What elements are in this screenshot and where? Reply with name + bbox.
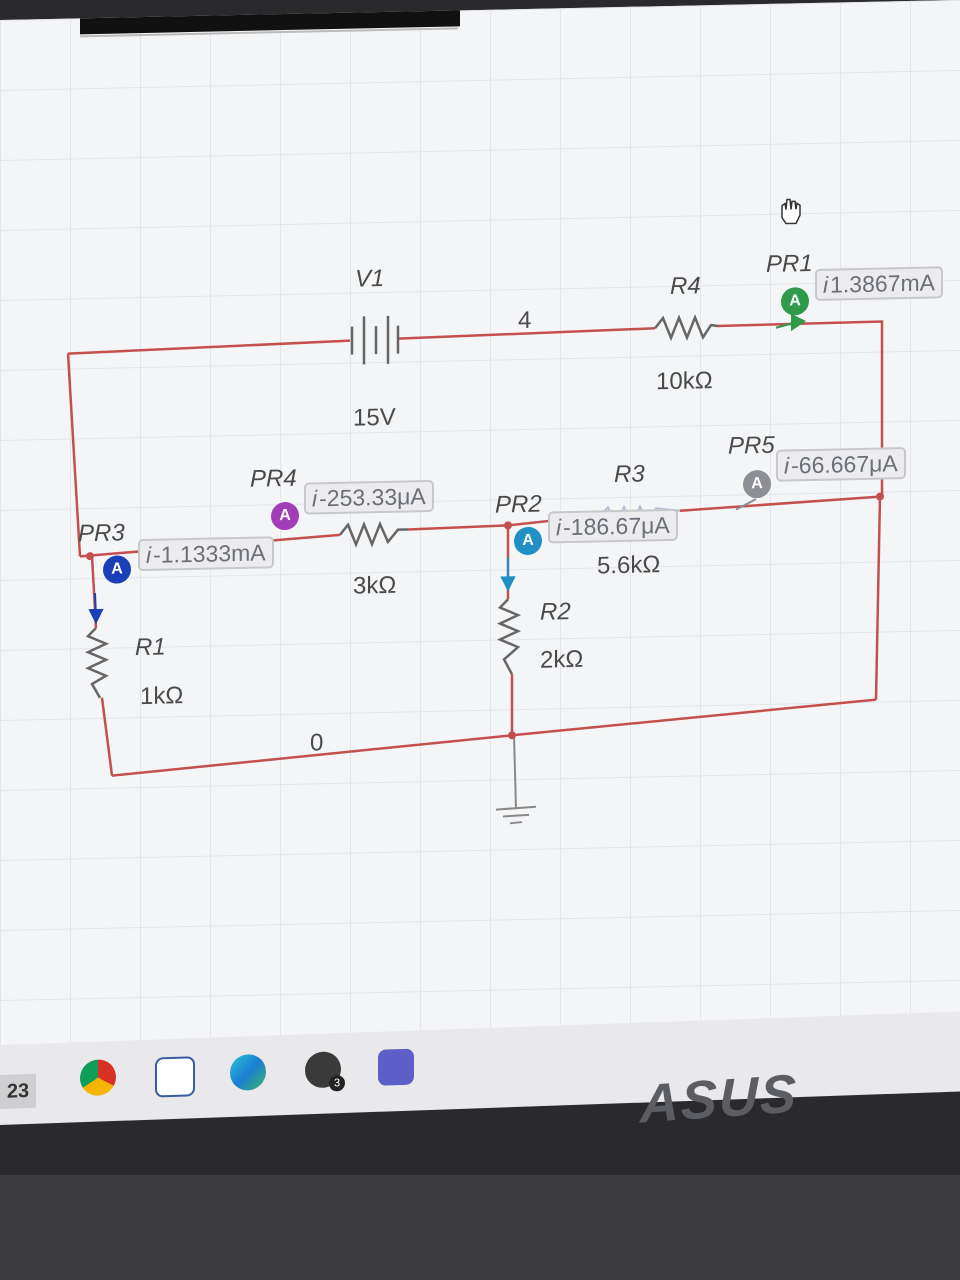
probe-pr4-prefix: i xyxy=(312,485,318,512)
junction-dot xyxy=(876,492,884,501)
resistor-r1-name: R1 xyxy=(135,633,166,662)
resistor-r4-value: 10kΩ xyxy=(656,367,713,396)
probe-pr5-prefix: i xyxy=(784,452,790,479)
resistor-r1-value: 1kΩ xyxy=(140,682,184,711)
polygon-app-icon[interactable] xyxy=(155,1056,195,1098)
probe-pr1-name: PR1 xyxy=(766,249,813,278)
probe-pr2-name: PR2 xyxy=(495,490,542,519)
probe-pr2-value: -186.67μA xyxy=(563,511,670,541)
probe-pr3-value: -1.1333mA xyxy=(153,539,266,568)
wire-top-left xyxy=(67,339,351,355)
junction-dot xyxy=(504,521,512,530)
teams-icon[interactable] xyxy=(378,1048,414,1086)
node-label-top: 4 xyxy=(518,306,532,335)
resistor-r1-icon xyxy=(84,627,110,699)
wire-r1-bottom xyxy=(100,697,114,776)
circuit-schematic xyxy=(66,198,884,825)
ground-wire xyxy=(513,735,517,810)
node-label-ground: 0 xyxy=(310,729,324,757)
resistor-r2-name: R2 xyxy=(540,598,571,626)
probe-pr4-reading[interactable]: i-253.33μA xyxy=(304,479,434,515)
resistor-3k-icon xyxy=(339,520,408,548)
battery-value: 15V xyxy=(353,403,396,432)
resistor-r2-icon xyxy=(496,598,522,675)
simulator-canvas[interactable]: 4 0 V1 15V R1 1kΩ R2 2kΩ R3 5.6kΩ R4 10k… xyxy=(0,0,960,1060)
resistor-r3-value: 5.6kΩ xyxy=(597,551,661,580)
probe-pr4-value: -253.33μA xyxy=(319,483,426,512)
probe-pr3-reading[interactable]: i-1.1333mA xyxy=(138,536,274,572)
chrome-icon[interactable] xyxy=(80,1058,116,1097)
probe-pr5-name: PR5 xyxy=(728,431,775,460)
battery-icon xyxy=(350,315,400,365)
asus-logo: ASUS xyxy=(640,1063,799,1135)
probe-pr1-prefix: i xyxy=(823,271,829,298)
hand-cursor-icon xyxy=(781,198,801,225)
wire-right xyxy=(874,496,882,700)
edge-icon[interactable] xyxy=(230,1053,266,1091)
probe-pr3-prefix: i xyxy=(146,541,152,568)
probe-pr2-reading[interactable]: i-186.67μA xyxy=(548,508,678,544)
probe-pr2-prefix: i xyxy=(556,514,562,541)
probe-pr1-value: 1.3867mA xyxy=(830,269,935,298)
probe-pr1-reading[interactable]: i1.3867mA xyxy=(815,266,943,301)
resistor-r3-name: R3 xyxy=(614,460,645,489)
probe-pr3-name: PR3 xyxy=(78,519,125,548)
wire-middle-mid xyxy=(407,524,509,531)
resistor-r4-icon xyxy=(654,314,719,342)
taskbar-time: 23 xyxy=(0,1073,36,1109)
probe-pr5-reading[interactable]: i-66.667μA xyxy=(776,447,906,482)
probe-pr5-value: -66.667μA xyxy=(791,450,898,479)
wire-bottom xyxy=(111,698,877,777)
monitor-photo: 4 0 V1 15V R1 1kΩ R2 2kΩ R3 5.6kΩ R4 10k… xyxy=(0,0,960,1280)
probe-pr4-name: PR4 xyxy=(250,464,297,493)
battery-name: V1 xyxy=(355,264,385,293)
laptop-base xyxy=(0,1175,960,1280)
whatsapp-badge: 3 xyxy=(329,1074,345,1092)
whatsapp-icon[interactable]: 3 xyxy=(305,1051,345,1092)
resistor-3k-value: 3kΩ xyxy=(353,571,397,600)
ground-icon xyxy=(495,805,537,825)
resistor-r2-value: 2kΩ xyxy=(540,645,584,674)
resistor-r4-name: R4 xyxy=(670,272,701,300)
